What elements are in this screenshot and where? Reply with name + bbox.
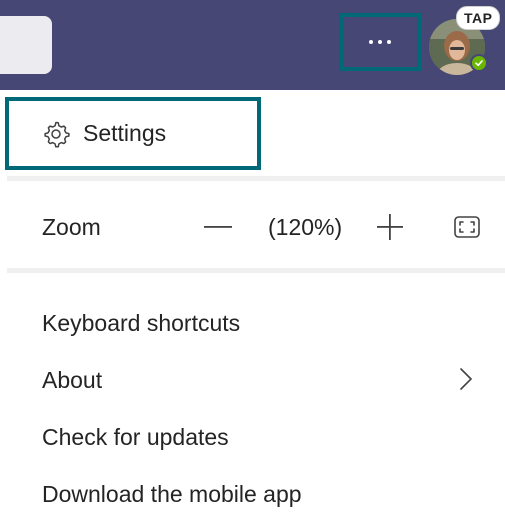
fullscreen-button[interactable] [452, 212, 482, 242]
teams-settings-menu: TAP Settings Zoom (120%) Keyboard shortc… [0, 0, 505, 531]
zoom-value: (120%) [268, 214, 343, 240]
zoom-row: Zoom (120%) [0, 195, 505, 261]
divider [7, 268, 505, 273]
more-options-button[interactable] [339, 13, 421, 71]
fullscreen-icon [454, 216, 480, 238]
gear-icon [41, 119, 71, 149]
ellipsis-icon [369, 40, 391, 44]
keyboard-shortcuts-menu-item[interactable]: Keyboard shortcuts [42, 310, 240, 337]
chevron-right-icon [455, 366, 477, 392]
zoom-label: Zoom [42, 214, 101, 240]
divider [7, 176, 505, 181]
about-menu-item[interactable]: About [42, 367, 102, 394]
zoom-out-button[interactable] [203, 209, 233, 245]
check-for-updates-menu-item[interactable]: Check for updates [42, 424, 229, 451]
title-bar: TAP [0, 0, 505, 90]
settings-menu-item[interactable]: Settings [5, 97, 261, 170]
tap-badge: TAP [456, 6, 501, 30]
presence-available-icon [470, 54, 488, 72]
download-mobile-app-menu-item[interactable]: Download the mobile app [42, 481, 302, 508]
search-box[interactable] [0, 16, 52, 74]
settings-label: Settings [83, 120, 167, 146]
plus-icon [377, 214, 403, 240]
minus-icon [204, 226, 232, 228]
zoom-in-button[interactable] [375, 209, 405, 245]
